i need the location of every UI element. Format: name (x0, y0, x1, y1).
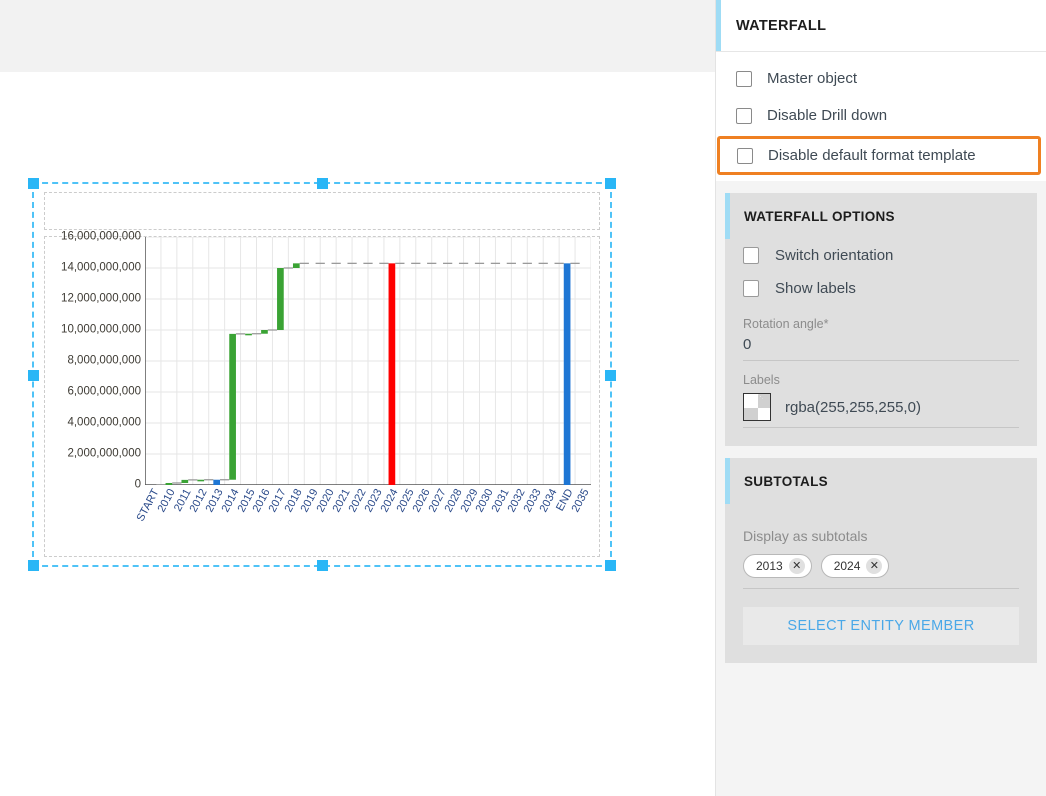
resize-handle-top-left[interactable] (28, 178, 39, 189)
app-root: 16,000,000,000 14,000,000,000 12,000,000,0… (0, 0, 1046, 796)
chart-selection-frame[interactable]: 16,000,000,000 14,000,000,000 12,000,000,0… (32, 182, 612, 567)
plot-svg (145, 237, 591, 485)
chart-container[interactable]: 16,000,000,00014,000,000,00012,000,000,0… (44, 236, 600, 557)
card-title: SUBTOTALS (744, 474, 828, 489)
accent-bar-icon (725, 193, 730, 239)
plot-area (145, 237, 591, 485)
resize-handle-bottom-left[interactable] (28, 560, 39, 571)
properties-panel: WATERFALL Master object Disable Drill do… (715, 0, 1046, 796)
checkbox-row-show-labels[interactable]: Show labels (743, 272, 1019, 305)
y-axis-tick-label: 12,000,000,000 (61, 293, 141, 305)
accent-bar-icon (725, 458, 730, 504)
y-axis-tick-label: 14,000,000,000 (61, 262, 141, 274)
card-header: WATERFALL OPTIONS (725, 193, 1037, 239)
select-entity-member-button[interactable]: SELECT ENTITY MEMBER (743, 607, 1019, 645)
panel-header: WATERFALL (716, 0, 1046, 52)
y-axis-tick-label: 2,000,000,000 (67, 448, 141, 460)
color-value-input[interactable]: rgba(255,255,255,0) (785, 399, 921, 416)
card-title: WATERFALL OPTIONS (744, 209, 895, 224)
resize-handle-top-center[interactable] (317, 178, 328, 189)
checkbox-label: Show labels (775, 280, 856, 297)
panel-title: WATERFALL (736, 18, 826, 34)
checkbox-row-master-object[interactable]: Master object (716, 60, 1046, 97)
field-label: Rotation angle* (743, 317, 1019, 331)
panel-top-options: Master object Disable Drill down Disable… (716, 52, 1046, 181)
checkbox-label: Disable default format template (768, 147, 976, 164)
checkbox-icon[interactable] (736, 108, 752, 124)
resize-handle-middle-left[interactable] (28, 370, 39, 381)
accent-bar-icon (716, 0, 721, 51)
y-axis-tick-label: 16,000,000,000 (61, 231, 141, 243)
highlight-outline: Disable default format template (717, 136, 1041, 175)
y-axis-tick-label: 4,000,000,000 (67, 417, 141, 429)
required-marker: * (824, 317, 829, 331)
close-icon[interactable]: ✕ (789, 558, 805, 574)
chart-title-placeholder[interactable] (44, 192, 600, 230)
waterfall-chart: 16,000,000,00014,000,000,00012,000,000,0… (45, 237, 599, 556)
waterfall-options-card: WATERFALL OPTIONS Switch orientation Sho… (725, 193, 1037, 446)
checkbox-icon[interactable] (737, 148, 753, 164)
checkbox-icon[interactable] (743, 247, 759, 264)
x-axis-labels: START20102011201220132014201520162017201… (145, 487, 591, 567)
checkbox-icon[interactable] (736, 71, 752, 87)
resize-handle-bottom-right[interactable] (605, 560, 616, 571)
checkbox-row-switch-orientation[interactable]: Switch orientation (743, 239, 1019, 272)
checkbox-label: Disable Drill down (767, 107, 887, 124)
rotation-angle-input[interactable]: 0 (743, 331, 1019, 361)
checkbox-label: Switch orientation (775, 247, 893, 264)
subtotals-card: SUBTOTALS Display as subtotals 2013✕2024… (725, 458, 1037, 663)
y-axis-tick-label: 0 (135, 479, 141, 491)
y-axis-labels: 16,000,000,00014,000,000,00012,000,000,0… (45, 237, 145, 485)
display-as-subtotals-label: Display as subtotals (743, 528, 1019, 544)
y-axis-tick-label: 10,000,000,000 (61, 324, 141, 336)
card-header: SUBTOTALS (725, 458, 1037, 504)
subtotal-chip-list: 2013 ✕ 2024 ✕ (743, 554, 1019, 589)
y-axis-tick-label: 8,000,000,000 (67, 355, 141, 367)
card-body: Display as subtotals 2013 ✕ 2024 ✕ SELECT E… (725, 528, 1037, 645)
chip-label: 2024 (834, 559, 861, 573)
card-body: Switch orientation Show labels Rotation … (725, 239, 1037, 428)
rotation-angle-label: Rotation angle (743, 317, 824, 331)
labels-color-field[interactable]: Labels rgba(255,255,255,0) (743, 373, 1019, 428)
checkbox-icon[interactable] (743, 280, 759, 297)
resize-handle-top-right[interactable] (605, 178, 616, 189)
toolbar-band (0, 0, 715, 72)
color-picker-row[interactable]: rgba(255,255,255,0) (743, 393, 1019, 428)
design-canvas[interactable]: 16,000,000,000 14,000,000,000 12,000,000,0… (0, 72, 715, 796)
subtotal-chip[interactable]: 2024 ✕ (821, 554, 890, 578)
color-swatch-icon[interactable] (743, 393, 771, 421)
chip-label: 2013 (756, 559, 783, 573)
y-axis-tick-label: 6,000,000,000 (67, 386, 141, 398)
checkbox-label: Master object (767, 70, 857, 87)
rotation-angle-field[interactable]: Rotation angle* 0 (743, 317, 1019, 361)
checkbox-row-disable-default-format-template[interactable]: Disable default format template (720, 139, 1038, 172)
checkbox-row-disable-drill-down[interactable]: Disable Drill down (716, 97, 1046, 134)
field-label: Labels (743, 373, 1019, 387)
resize-handle-middle-right[interactable] (605, 370, 616, 381)
subtotal-chip[interactable]: 2013 ✕ (743, 554, 812, 578)
close-icon[interactable]: ✕ (866, 558, 882, 574)
